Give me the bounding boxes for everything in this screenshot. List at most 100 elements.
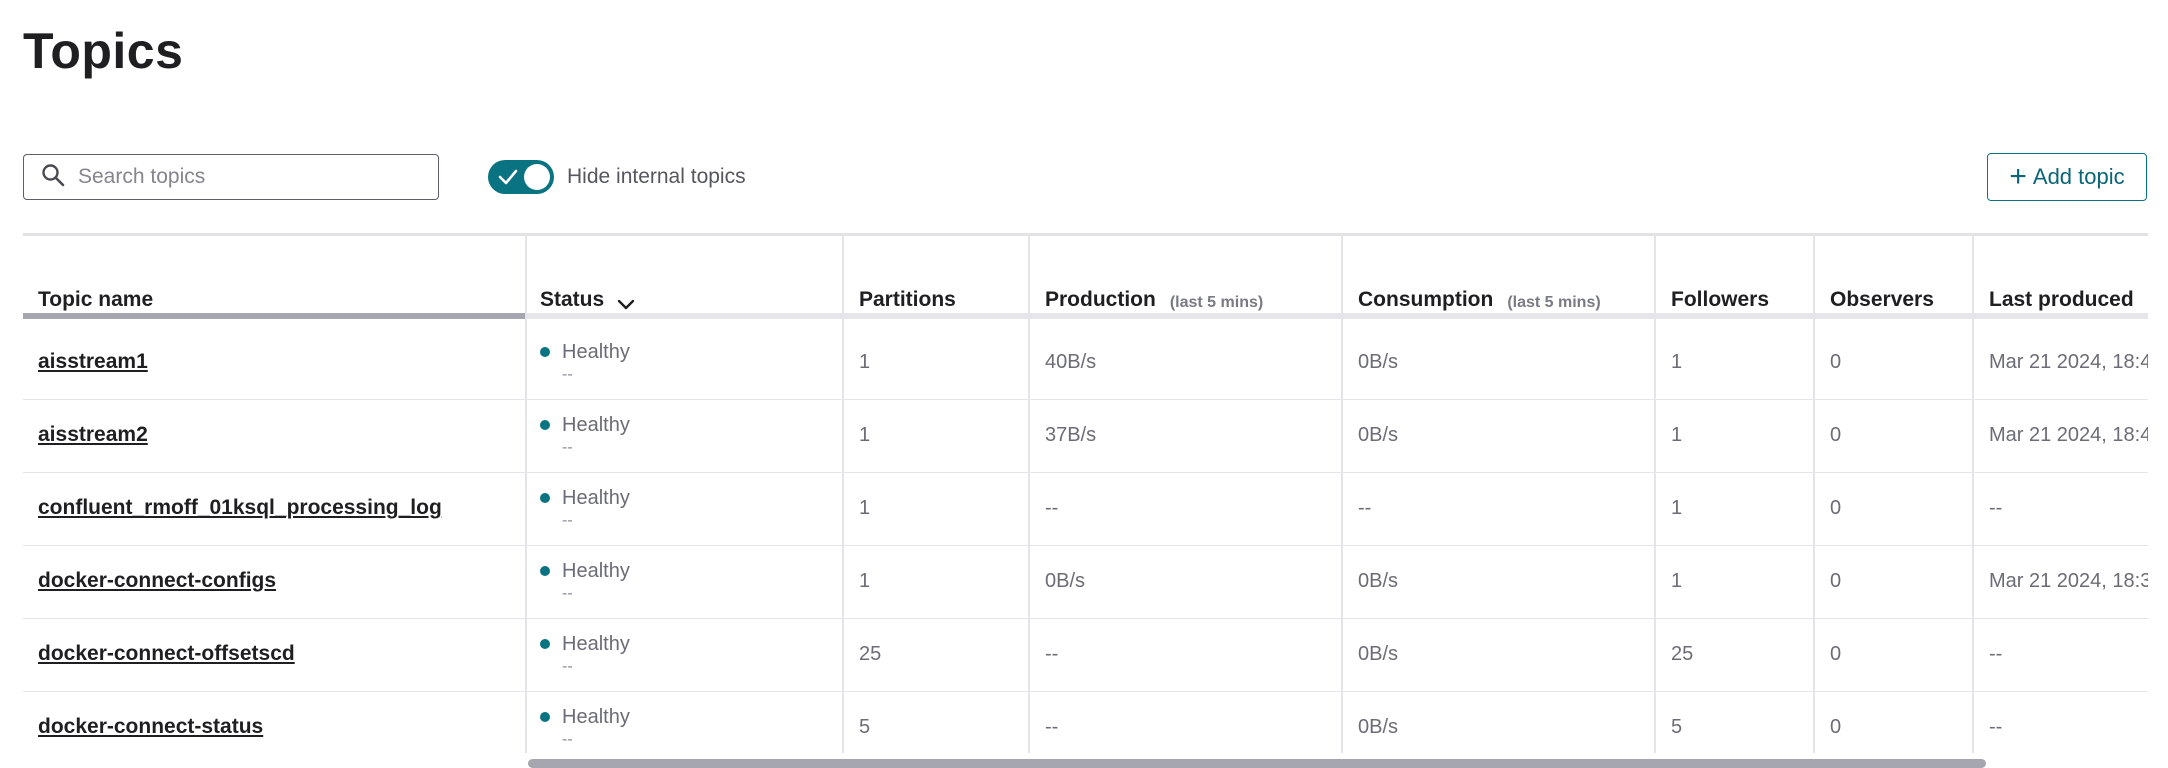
table-row[interactable]: confluent_rmoff_01ksql_processing_log Hea…	[23, 472, 2148, 546]
status-cell: Healthy--	[540, 326, 630, 398]
check-icon	[498, 168, 518, 186]
consumption-cell: --	[1358, 472, 1371, 544]
consumption-cell-value: 0B/s	[1358, 424, 1398, 447]
last-produced-cell-value: Mar 21 2024, 18:44	[1989, 424, 2148, 447]
status-text: Healthy	[562, 487, 630, 510]
followers-cell-value: 1	[1671, 351, 1682, 374]
followers-cell-value: 5	[1671, 716, 1682, 739]
last-produced-cell: --	[1989, 691, 2002, 763]
partitions-cell-value: 1	[859, 497, 870, 520]
topic-name-link: aisstream2	[38, 399, 148, 471]
table-header: Topic name Status Partitions Production …	[23, 236, 2148, 326]
header-status-label: Status	[540, 288, 604, 312]
last-produced-cell-value: --	[1989, 716, 2002, 739]
status-dot-icon	[540, 493, 550, 503]
consumption-cell-value: 0B/s	[1358, 643, 1398, 666]
table-row[interactable]: aisstream2 Healthy -- 1 37B/s 0B/s 1 0 Mar 21 20…	[23, 399, 2148, 473]
header-consumption-sub: (last 5 mins)	[1507, 294, 1600, 312]
status-subtext: --	[562, 731, 573, 749]
last-produced-cell: --	[1989, 472, 2002, 544]
followers-cell-value: 25	[1671, 643, 1693, 666]
status-label-row: Healthy	[540, 414, 630, 437]
status-subtext: --	[562, 512, 573, 530]
production-cell: 37B/s	[1045, 399, 1096, 471]
status-cell: Healthy --	[540, 399, 630, 471]
consumption-cell-value: 0B/s	[1358, 351, 1398, 374]
chevron-down-icon[interactable]	[616, 298, 636, 312]
add-topic-button[interactable]: + Add topic	[1987, 153, 2147, 201]
followers-cell: 1	[1671, 545, 1682, 617]
topic-name-link[interactable]: confluent_rmoff_01ksql_processing_log	[38, 496, 442, 520]
header-consumption-label: Consumption	[1358, 288, 1493, 312]
status-label-row: Healthy	[540, 487, 630, 510]
table-row[interactable]: docker-connect-offsetscd Healthy -- 25 -- 0B/…	[23, 618, 2148, 692]
topic-name-link[interactable]: docker-connect-offsetscd	[38, 642, 295, 666]
status-text: Healthy	[562, 341, 630, 364]
partitions-cell: 25	[859, 618, 881, 690]
consumption-cell-value: 0B/s	[1358, 716, 1398, 739]
consumption-cell: 0B/s	[1358, 326, 1398, 398]
partitions-cell-value: 1	[859, 351, 870, 374]
search-box[interactable]	[23, 154, 439, 200]
observers-cell-value: 0	[1830, 716, 1841, 739]
observers-cell-value: 0	[1830, 643, 1841, 666]
status-label-row: Healthy	[540, 633, 630, 656]
horizontal-scrollbar[interactable]	[528, 759, 1986, 768]
status-cell: Healthy--	[540, 545, 630, 617]
last-produced-cell: --	[1989, 618, 2002, 690]
table-row[interactable]: aisstream1Healthy--140B/s0B/s10Mar 21 20…	[23, 326, 2148, 400]
header-observers-label: Observers	[1830, 288, 1934, 312]
last-produced-cell-value: --	[1989, 497, 2002, 520]
observers-cell: 0	[1830, 545, 1841, 617]
header-production-sub: (last 5 mins)	[1170, 294, 1263, 312]
status-dot-icon	[540, 420, 550, 430]
observers-cell: 0	[1830, 399, 1841, 471]
last-produced-cell: Mar 21 2024, 18:34	[1989, 545, 2148, 617]
status-text: Healthy	[562, 706, 630, 729]
topic-name-link[interactable]: aisstream1	[38, 350, 148, 374]
search-input[interactable]	[76, 164, 420, 190]
status-text: Healthy	[562, 414, 630, 437]
production-cell: 40B/s	[1045, 326, 1096, 398]
status-dot-icon	[540, 566, 550, 576]
header-followers-label: Followers	[1671, 288, 1769, 312]
partitions-cell: 1	[859, 326, 870, 398]
topic-name-link[interactable]: docker-connect-configs	[38, 569, 276, 593]
status-cell: Healthy --	[540, 472, 630, 544]
search-icon	[40, 162, 66, 193]
observers-cell-value: 0	[1830, 424, 1841, 447]
partitions-cell-value: 1	[859, 570, 870, 593]
followers-cell: 1	[1671, 326, 1682, 398]
table-row[interactable]: docker-connect-configsHealthy--10B/s0B/s…	[23, 545, 2148, 619]
topic-name-link[interactable]: docker-connect-status	[38, 715, 263, 739]
hide-internal-topics-toggle-group[interactable]: Hide internal topics	[488, 160, 746, 194]
status-subtext: --	[562, 439, 573, 457]
partitions-cell: 1	[859, 472, 870, 544]
hide-internal-topics-toggle[interactable]	[488, 160, 554, 194]
production-cell-value: --	[1045, 497, 1058, 520]
partitions-cell: 1	[859, 399, 870, 471]
sort-indicator-line	[23, 313, 525, 319]
topic-name-link: docker-connect-status	[38, 691, 263, 763]
partitions-cell-value: 1	[859, 424, 870, 447]
status-text: Healthy	[562, 633, 630, 656]
production-cell: --	[1045, 691, 1058, 763]
status-dot-icon	[540, 639, 550, 649]
observers-cell-value: 0	[1830, 351, 1841, 374]
status-text: Healthy	[562, 560, 630, 583]
status-cell: Healthy --	[540, 691, 630, 763]
topic-name-link[interactable]: aisstream2	[38, 423, 148, 447]
production-cell-value: 40B/s	[1045, 351, 1096, 374]
status-label-row: Healthy	[540, 706, 630, 729]
followers-cell-value: 1	[1671, 497, 1682, 520]
observers-cell: 0	[1830, 618, 1841, 690]
plus-icon: +	[2009, 162, 2027, 192]
toggle-knob	[524, 164, 550, 190]
toggle-label: Hide internal topics	[567, 165, 746, 189]
followers-cell-value: 1	[1671, 424, 1682, 447]
production-cell-value: --	[1045, 716, 1058, 739]
consumption-cell: 0B/s	[1358, 545, 1398, 617]
production-cell: --	[1045, 618, 1058, 690]
table-row[interactable]: docker-connect-statusHealthy--5--0B/s50-…	[23, 691, 2148, 763]
status-subtext: --	[562, 658, 573, 676]
